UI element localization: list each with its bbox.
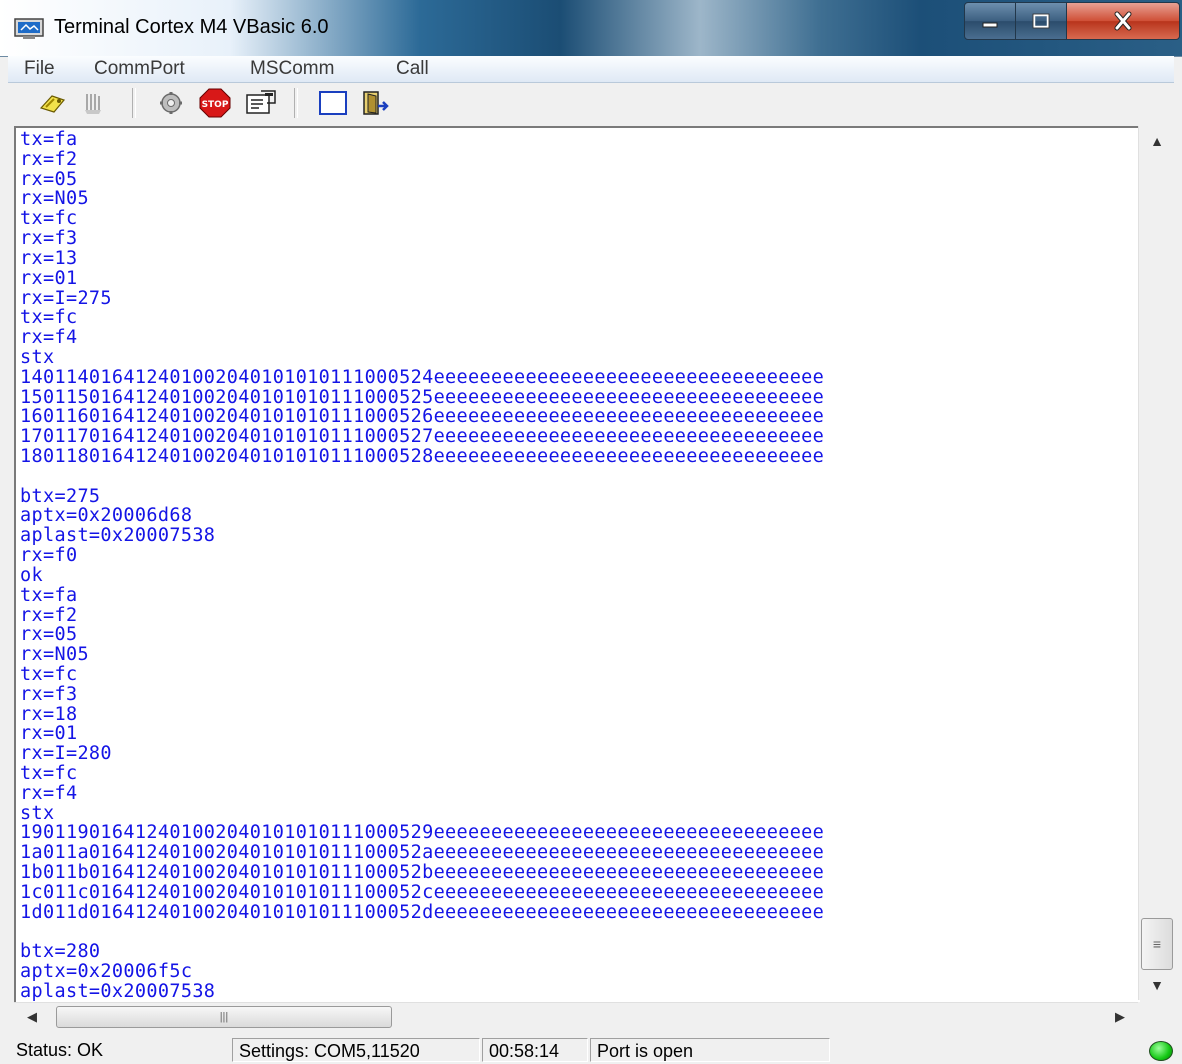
toolbar-separator — [132, 88, 136, 118]
grip-icon: ||| — [219, 1011, 229, 1023]
terminal-line: rx=f3 — [20, 683, 78, 705]
settings-button[interactable] — [154, 88, 188, 118]
menu-file[interactable]: File — [24, 58, 55, 80]
terminal-line: 190119016412401002040101010111000529eeee… — [20, 822, 825, 844]
terminal-line: tx=fc — [20, 208, 78, 230]
terminal-line: rx=05 — [20, 624, 78, 646]
terminal-line: 180118016412401002040101010111000528eeee… — [20, 446, 825, 467]
close-port-icon — [85, 94, 101, 114]
terminal-line: btx=275 — [20, 485, 101, 507]
terminal-line: tx=fa — [20, 584, 78, 606]
close-icon — [1114, 11, 1132, 31]
menu-mscomm[interactable]: MSComm — [250, 58, 334, 80]
terminal-line: aptx=0x20006d68 — [20, 505, 193, 527]
horizontal-scrollbar[interactable]: ◀ ||| ▶ — [14, 1002, 1138, 1031]
maximize-button[interactable] — [1015, 2, 1067, 40]
time-text: 00:58:14 — [482, 1038, 588, 1062]
status-bar: Status: OK Settings: COM5,11520 00:58:14… — [8, 1036, 1182, 1064]
stop-icon: STOP — [199, 88, 231, 118]
toolbar: STOP — [8, 84, 1174, 124]
terminal-text: tx=fa rx=f2 rx=05 rx=N05 tx=fc rx=f3 rx=13 rx=0… — [16, 128, 1140, 1002]
vertical-scrollbar[interactable]: ▲ ≡ ▼ — [1138, 126, 1175, 1000]
scroll-up-button[interactable]: ▲ — [1139, 126, 1175, 156]
terminal-line: 170117016412401002040101010111000527eeee… — [20, 426, 825, 448]
terminal-line: rx=f4 — [20, 782, 78, 804]
scroll-left-button[interactable]: ◀ — [14, 1003, 50, 1031]
terminal-line: ok — [20, 564, 43, 586]
terminal-line: rx=I=275 — [20, 287, 112, 309]
exit-icon — [363, 91, 389, 115]
terminal-line: rx=f3 — [20, 228, 78, 250]
horizontal-scroll-thumb[interactable]: ||| — [56, 1006, 392, 1028]
open-port-icon — [39, 95, 66, 113]
window-title: Terminal Cortex M4 VBasic 6.0 — [54, 16, 329, 38]
terminal-line: 1d011d01641240100204010101011100052deeee… — [20, 901, 825, 923]
terminal-line: stx — [20, 346, 55, 368]
terminal-line: 1a011a01641240100204010101011100052aeeee… — [20, 842, 825, 864]
minimize-button[interactable] — [964, 2, 1016, 40]
terminal-line: rx=18 — [20, 703, 78, 725]
port-status-text: Port is open — [590, 1038, 830, 1062]
terminal-line: 1c011c01641240100204010101011100052ceeee… — [20, 881, 825, 903]
terminal-line: rx=f2 — [20, 604, 78, 626]
clear-screen-icon — [319, 91, 347, 115]
terminal-line: rx=13 — [20, 247, 78, 269]
terminal-output[interactable]: tx=fa rx=f2 rx=05 rx=N05 tx=fc rx=f3 rx=13 rx=0… — [14, 126, 1140, 1002]
terminal-line: stx — [20, 802, 55, 824]
terminal-line: rx=05 — [20, 168, 78, 190]
arrow-down-icon: ▼ — [1150, 977, 1164, 993]
terminal-line: rx=01 — [20, 723, 78, 745]
terminal-line: rx=N05 — [20, 188, 89, 210]
vertical-scroll-thumb[interactable]: ≡ — [1141, 918, 1173, 970]
terminal-line: aplast=0x20007538 — [20, 980, 216, 1002]
terminal-line: rx=N05 — [20, 644, 89, 666]
terminal-line: aplast=0x20007538 — [20, 525, 216, 547]
terminal-line: rx=f0 — [20, 545, 78, 567]
terminal-line: tx=fa — [20, 129, 78, 150]
minimize-icon — [982, 22, 998, 28]
terminal-line: 160116016412401002040101010111000526eeee… — [20, 406, 825, 428]
properties-button[interactable] — [244, 88, 278, 118]
arrow-up-icon: ▲ — [1150, 133, 1164, 149]
properties-icon — [246, 90, 276, 114]
menu-commport[interactable]: CommPort — [94, 58, 185, 80]
title-bar[interactable]: Terminal Cortex M4 VBasic 6.0 — [0, 0, 1182, 57]
terminal-line: 150115016412401002040101010111000525eeee… — [20, 386, 825, 408]
grip-icon: ≡ — [1152, 936, 1162, 952]
arrow-left-icon: ◀ — [27, 1009, 37, 1024]
terminal-line: tx=fc — [20, 763, 78, 784]
port-status-indicator-icon — [1149, 1041, 1173, 1061]
terminal-line: btx=280 — [20, 941, 101, 963]
terminal-line: aptx=0x20006f5c — [20, 961, 193, 983]
maximize-icon — [1032, 13, 1050, 29]
terminal-line: rx=f4 — [20, 327, 78, 349]
terminal-line: tx=fc — [20, 663, 78, 685]
close-button[interactable] — [1066, 2, 1180, 40]
arrow-right-icon: ▶ — [1115, 1009, 1125, 1024]
terminal-line: rx=01 — [20, 267, 78, 289]
terminal-app-icon — [14, 18, 44, 39]
terminal-line: rx=f2 — [20, 148, 78, 170]
svg-text:STOP: STOP — [202, 100, 229, 110]
terminal-line: 140114016412401002040101010111000524eeee… — [20, 366, 825, 388]
close-port-button[interactable] — [76, 88, 110, 118]
menu-bar: File CommPort MSComm Call — [8, 56, 1174, 83]
open-port-button[interactable] — [36, 88, 70, 118]
status-text: Status: OK — [16, 1040, 104, 1060]
toolbar-separator — [294, 88, 298, 118]
clear-screen-button[interactable] — [316, 88, 350, 118]
terminal-line: 1b011b01641240100204010101011100052beeee… — [20, 862, 825, 884]
exit-button[interactable] — [358, 88, 392, 118]
scrollbar-corner — [1138, 1002, 1174, 1030]
stop-button[interactable]: STOP — [198, 88, 232, 118]
scroll-right-button[interactable]: ▶ — [1102, 1003, 1138, 1031]
terminal-line: rx=I=280 — [20, 743, 112, 765]
terminal-line: tx=fc — [20, 307, 78, 329]
settings-text: Settings: COM5,11520 — [232, 1038, 480, 1062]
scroll-down-button[interactable]: ▼ — [1139, 970, 1175, 1000]
settings-gear-icon — [160, 92, 182, 114]
menu-call[interactable]: Call — [396, 58, 429, 80]
